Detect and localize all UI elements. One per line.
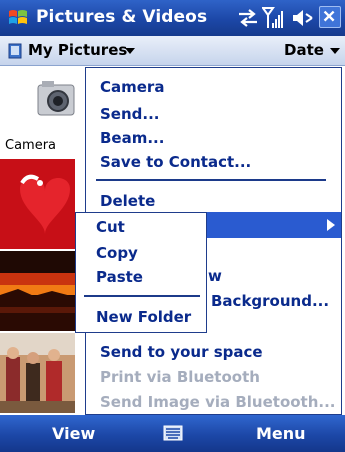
folder-toolbar: My Pictures Date — [0, 36, 345, 66]
people-image — [0, 333, 75, 413]
sync-icon — [239, 9, 257, 27]
title-bar: Pictures & Videos — [0, 0, 345, 36]
thumbnail-people[interactable] — [0, 333, 75, 413]
menu-item-send[interactable]: Send... — [100, 103, 160, 125]
menu-item-print-via-bluetooth: Print via Bluetooth — [100, 368, 260, 386]
app-title: Pictures & Videos — [36, 7, 208, 27]
camera-label: Camera — [5, 138, 57, 153]
menu-item-save-to-contact[interactable]: Save to Contact... — [100, 151, 251, 173]
sunset-image — [0, 251, 75, 331]
folder-dropdown[interactable]: My Pictures — [28, 41, 127, 59]
chevron-down-icon[interactable] — [330, 48, 340, 54]
chevron-right-icon — [327, 219, 335, 231]
close-button[interactable] — [319, 6, 341, 28]
pictures-folder-icon — [8, 43, 22, 59]
windows-start-icon[interactable] — [6, 6, 30, 30]
menu-item-camera[interactable]: Camera — [100, 76, 164, 98]
menu-item-delete[interactable]: Delete — [100, 190, 155, 212]
menu-item-slideshow[interactable]: w — [208, 265, 222, 287]
menu-item-set-as-background[interactable]: Background... — [211, 290, 329, 312]
thumbnail-sunset[interactable] — [0, 251, 75, 331]
menu-item-send-image-via-bluetooth: Send Image via Bluetooth... — [100, 393, 336, 411]
thumbnail-camera[interactable]: Camera — [0, 67, 75, 157]
menu-softkey[interactable]: Menu — [256, 424, 306, 443]
signal-icon — [262, 7, 283, 28]
volume-icon[interactable] — [291, 8, 315, 28]
thumbnail-heart[interactable] — [0, 159, 75, 249]
close-icon — [323, 10, 335, 22]
softkey-bar: View Menu — [0, 415, 345, 452]
edit-submenu: Cut Copy Paste New Folder — [75, 212, 207, 333]
submenu-item-new-folder[interactable]: New Folder — [96, 306, 191, 328]
menu-item-send-to-your-space[interactable]: Send to your space — [100, 341, 263, 363]
view-softkey[interactable]: View — [52, 424, 95, 443]
menu-item-beam[interactable]: Beam... — [100, 127, 164, 149]
chevron-down-icon[interactable] — [125, 48, 135, 54]
submenu-separator — [84, 295, 200, 297]
sort-dropdown[interactable]: Date — [284, 41, 324, 59]
keyboard-icon[interactable] — [163, 424, 183, 442]
submenu-item-cut[interactable]: Cut — [96, 216, 125, 238]
camera-icon — [37, 81, 75, 116]
submenu-item-copy[interactable]: Copy — [96, 242, 138, 264]
heart-image — [0, 159, 75, 249]
menu-separator — [96, 179, 326, 181]
submenu-item-paste[interactable]: Paste — [96, 266, 143, 288]
